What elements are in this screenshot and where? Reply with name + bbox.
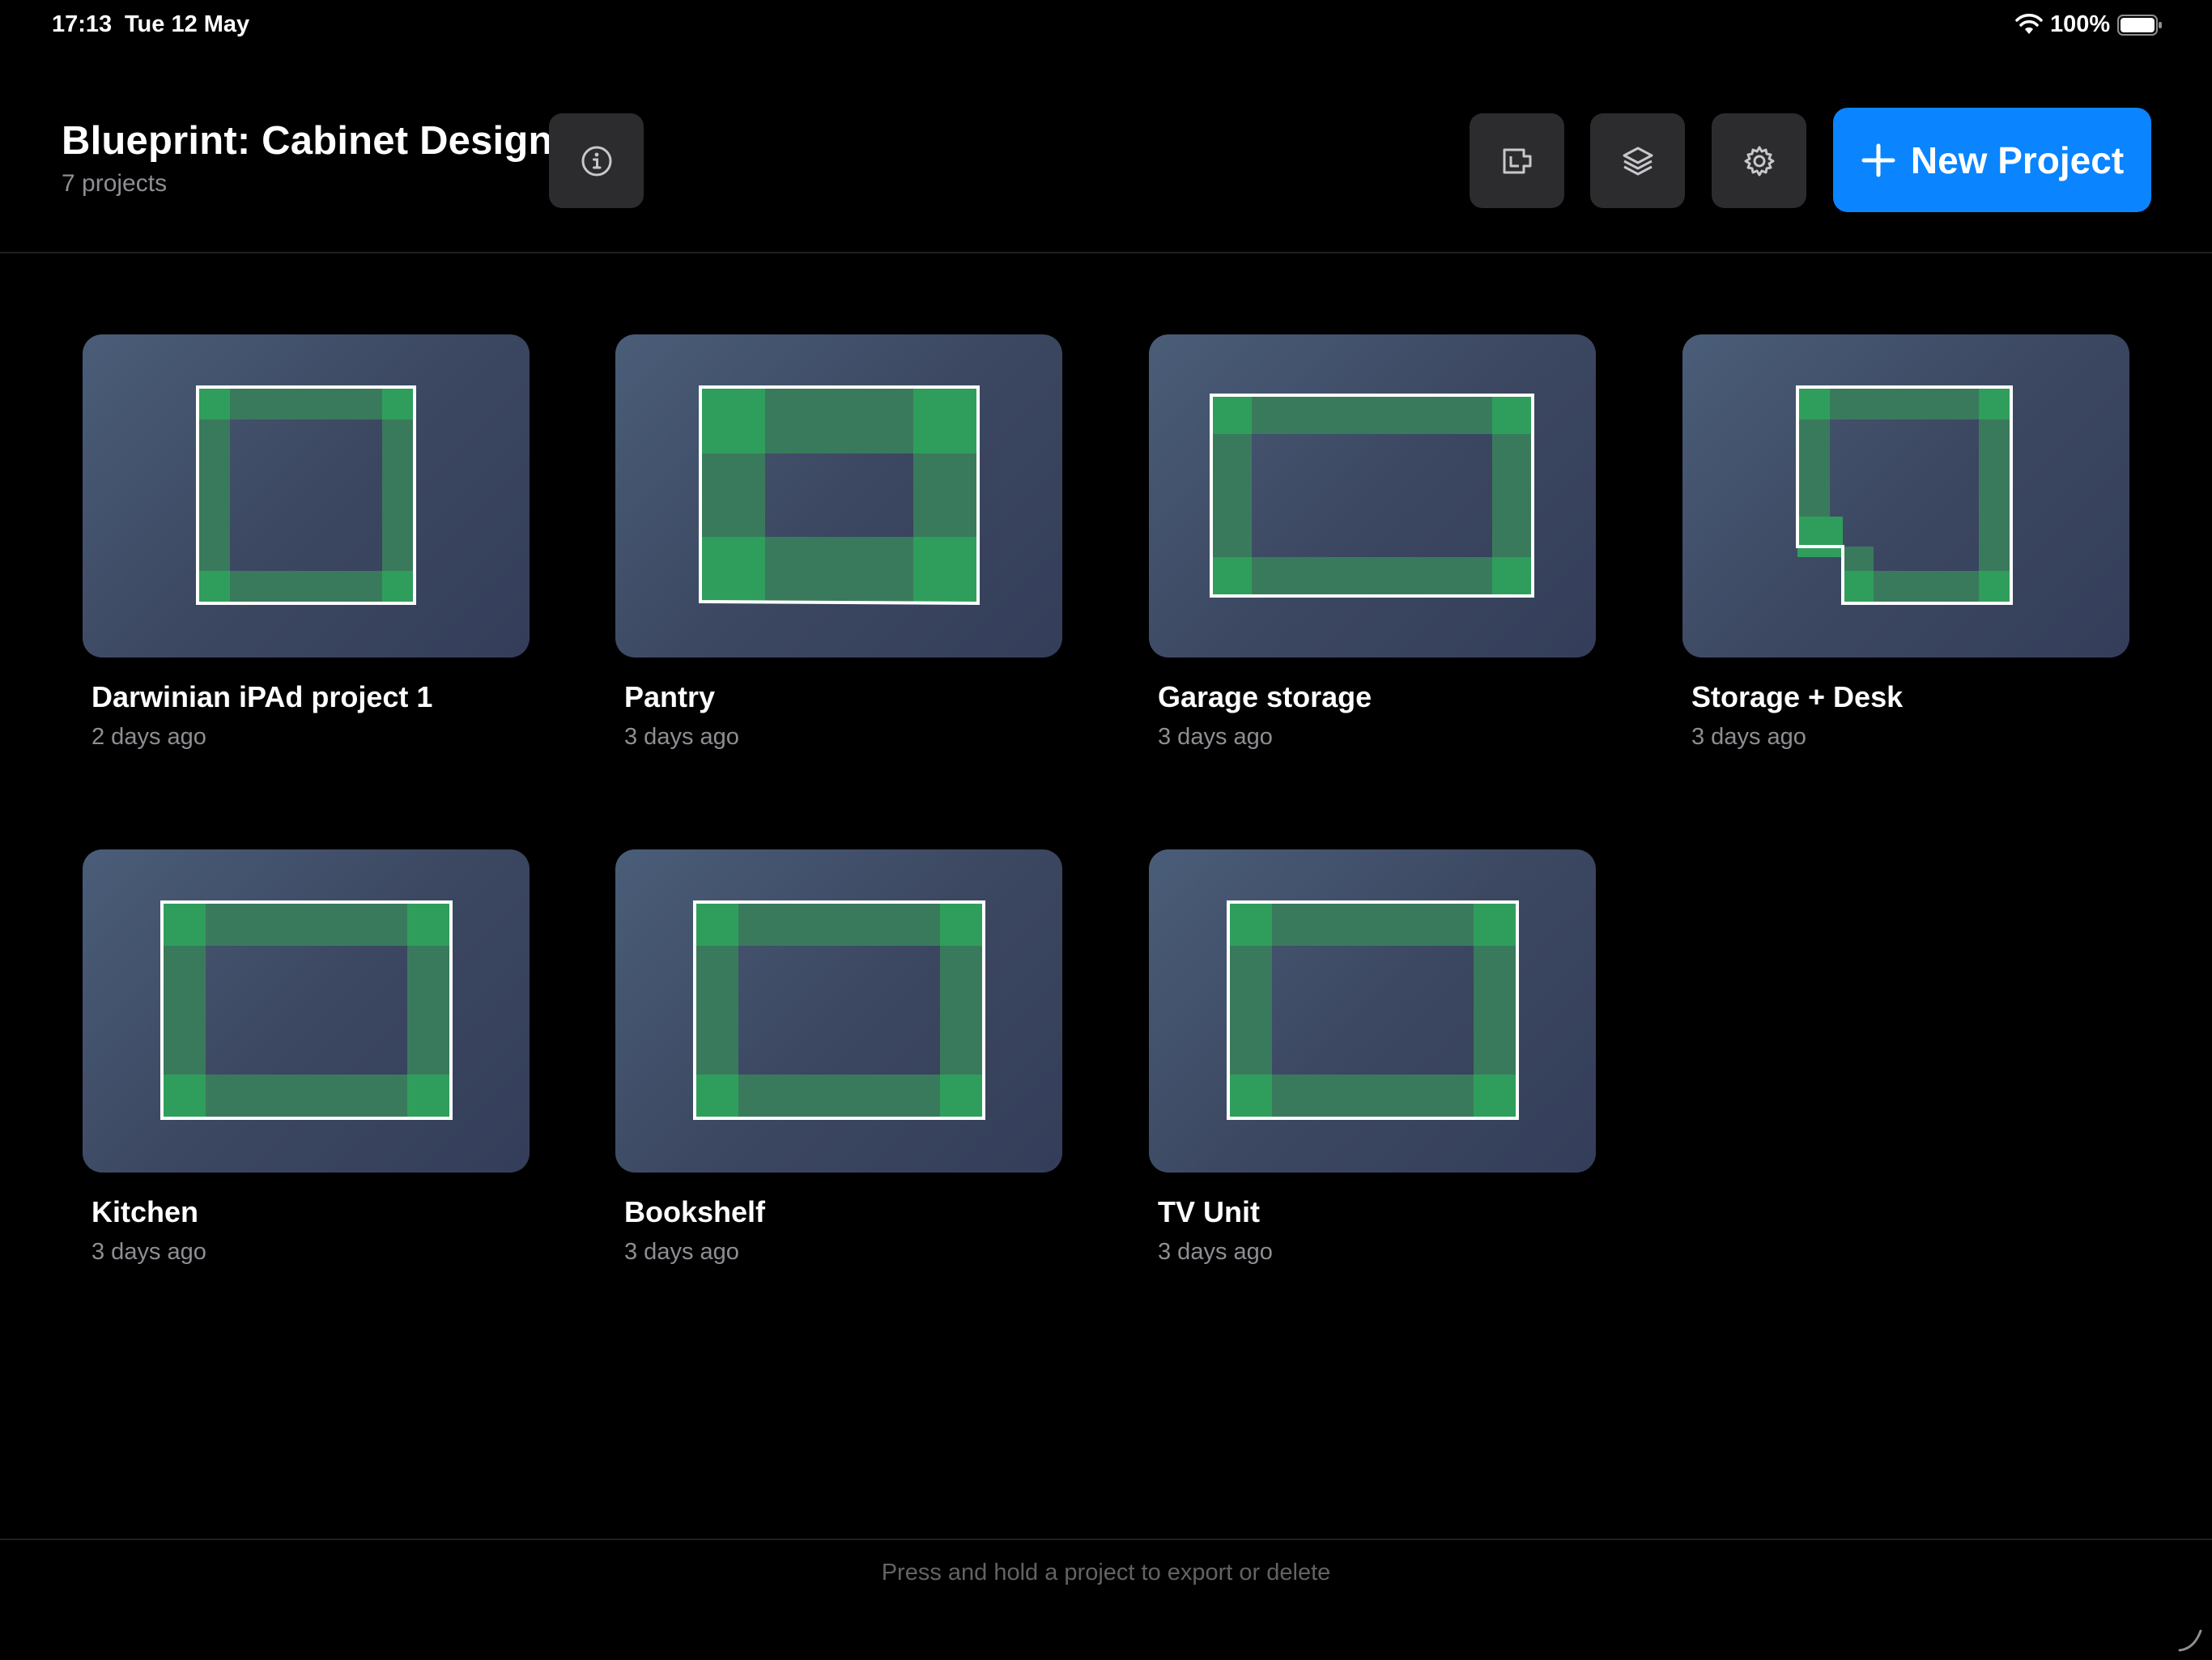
cabinet-parts-icon [1503,148,1531,173]
project-name: Pantry [624,680,716,713]
project-thumbnail [83,849,530,1173]
project-card[interactable]: TV Unit 3 days ago [1149,849,1596,1266]
layers-button[interactable] [1590,113,1685,208]
project-card[interactable]: Darwinian iPAd project 1 2 days ago [83,334,530,751]
project-card[interactable]: Bookshelf 3 days ago [615,849,1062,1266]
project-date: 3 days ago [1158,724,1273,750]
project-card[interactable]: Storage + Desk 3 days ago [1682,334,2129,751]
project-date: 2 days ago [91,724,206,750]
project-card[interactable]: Kitchen 3 days ago [83,849,530,1266]
project-thumbnail [615,849,1062,1173]
cabinet-layout-preview [693,900,985,1120]
project-name: Storage + Desk [1691,680,1904,713]
project-thumbnail [1149,334,1596,658]
battery-icon [2117,15,2162,36]
project-thumbnail [1682,334,2129,658]
project-thumbnail [1149,849,1596,1173]
header: Blueprint: Cabinet Design 7 projects New… [0,52,2212,253]
resize-grip-icon[interactable] [2176,1626,2204,1654]
project-date: 3 days ago [1158,1239,1273,1265]
project-card[interactable]: Garage storage 3 days ago [1149,334,1596,751]
project-date: 3 days ago [624,724,739,750]
page-title: Blueprint: Cabinet Design [62,119,553,163]
project-name: Darwinian iPAd project 1 [91,680,433,713]
cabinet-layout-preview [160,900,453,1120]
project-count: 7 projects [62,170,168,197]
footer-hint: Press and hold a project to export or de… [881,1560,1331,1586]
cabinet-layout-preview [1796,385,2013,605]
parts-button[interactable] [1470,113,1564,208]
project-name: Garage storage [1158,680,1372,713]
project-thumbnail [615,334,1062,658]
info-button[interactable] [549,113,644,208]
wifi-icon [2015,14,2043,34]
plus-icon [1861,143,1895,177]
status-time: 17:13 [52,11,113,37]
project-date: 3 days ago [91,1239,206,1265]
project-card[interactable]: Pantry 3 days ago [615,334,1062,751]
project-name: TV Unit [1158,1195,1260,1228]
footer: Press and hold a project to export or de… [0,1539,2212,1660]
cabinet-layout-preview [1210,394,1534,598]
cabinet-layout-preview [196,385,416,605]
project-date: 3 days ago [1691,724,1806,750]
battery-percentage: 100% [2050,11,2111,37]
status-date: Tue 12 May [125,11,250,37]
cabinet-layout-preview [699,385,980,606]
new-project-label: New Project [1910,138,2125,181]
new-project-button[interactable]: New Project [1833,108,2151,212]
cabinet-layout-preview [1227,900,1519,1120]
status-bar: 17:13 Tue 12 May 100% [0,0,2212,52]
project-date: 3 days ago [624,1239,739,1265]
project-thumbnail [83,334,530,658]
project-name: Kitchen [91,1195,199,1228]
settings-button[interactable] [1712,113,1806,208]
project-name: Bookshelf [624,1195,766,1228]
info-icon [581,146,611,176]
gear-icon [1744,146,1774,176]
layers-icon [1623,147,1653,175]
